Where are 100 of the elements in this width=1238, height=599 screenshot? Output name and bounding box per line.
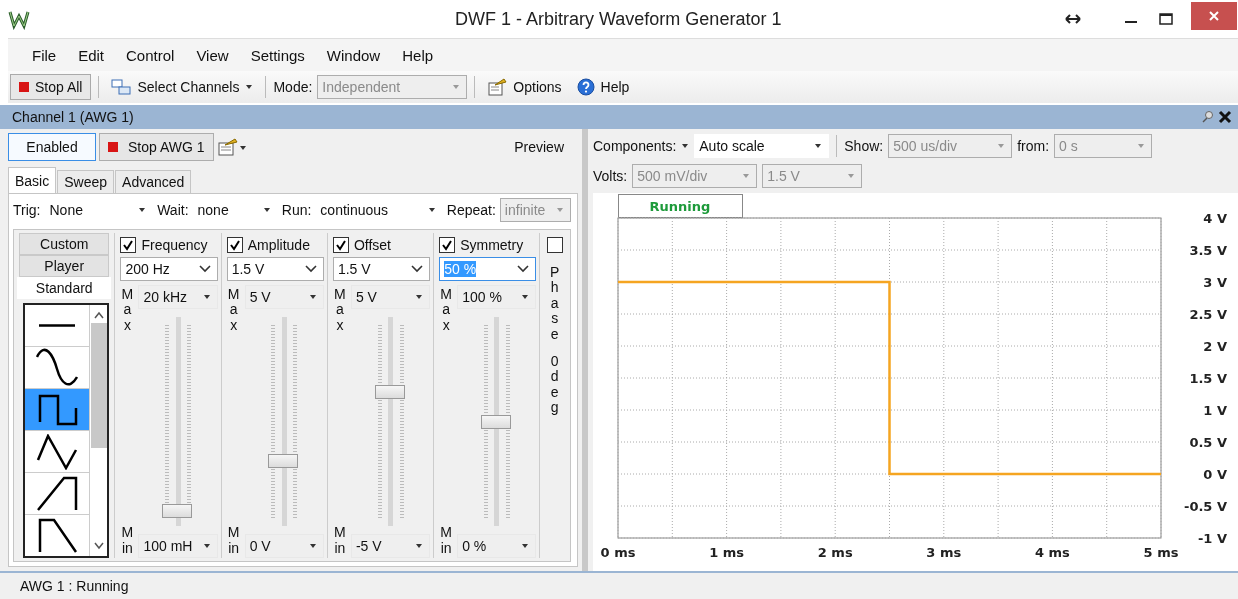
scale-dropdown[interactable]: Auto scale bbox=[694, 134, 830, 158]
scroll-down-icon[interactable] bbox=[93, 542, 104, 550]
caret-icon bbox=[308, 294, 317, 300]
y-tick-label: 1.5 V bbox=[1189, 371, 1227, 386]
maximize-icon[interactable] bbox=[1159, 13, 1173, 25]
field-label: Repeat: bbox=[446, 202, 496, 218]
parameter-label: Amplitude bbox=[247, 237, 310, 253]
min-label: Min bbox=[120, 525, 135, 556]
waveform-item[interactable] bbox=[25, 389, 89, 431]
menu-item[interactable]: Help bbox=[394, 46, 442, 64]
menu-item[interactable]: Window bbox=[318, 46, 389, 64]
max-dropdown[interactable]: 5 V bbox=[350, 285, 431, 309]
parameter-label: Offset bbox=[353, 237, 391, 253]
slider-thumb[interactable] bbox=[480, 414, 511, 429]
menu-item[interactable]: Settings bbox=[242, 46, 313, 64]
menu-item[interactable]: Edit bbox=[70, 46, 113, 64]
caret-icon bbox=[202, 294, 211, 300]
channels-icon bbox=[111, 78, 132, 96]
status-text: AWG 1 : Running bbox=[20, 578, 129, 594]
caret-icon bbox=[427, 207, 436, 213]
y-tick-label: 1 V bbox=[1203, 403, 1227, 418]
parameter-label: Frequency bbox=[141, 237, 208, 253]
value-dropdown[interactable]: 1.5 V bbox=[226, 257, 324, 281]
value-dropdown[interactable]: 1.5 V bbox=[332, 257, 431, 281]
stop-icon bbox=[108, 142, 118, 152]
menu-item[interactable]: View bbox=[188, 46, 237, 64]
select-channels-button[interactable]: Select Channels bbox=[106, 74, 259, 100]
panel-title: Channel 1 (AWG 1) bbox=[12, 109, 134, 125]
status-label: Running bbox=[618, 194, 743, 218]
slider-thumb[interactable] bbox=[162, 504, 193, 519]
resize-arrows-icon[interactable] bbox=[1065, 14, 1081, 24]
parameter-label: Symmetry bbox=[460, 237, 524, 253]
field-label: Run: bbox=[281, 202, 312, 218]
scroll-thumb[interactable] bbox=[90, 323, 107, 448]
tab[interactable]: Advanced bbox=[115, 170, 192, 193]
max-label: Max bbox=[333, 287, 347, 334]
options-icon[interactable] bbox=[216, 137, 247, 157]
max-label: Max bbox=[226, 287, 241, 334]
help-button[interactable]: Help bbox=[571, 74, 635, 100]
y-tick-label: 2 V bbox=[1203, 339, 1227, 354]
close-icon[interactable] bbox=[1218, 110, 1232, 124]
min-label: Min bbox=[226, 525, 241, 556]
y-tick-label: 2.5 V bbox=[1189, 307, 1227, 322]
caret-icon bbox=[997, 143, 1006, 149]
show-label: Show: bbox=[844, 138, 884, 154]
checkbox[interactable] bbox=[120, 237, 137, 253]
max-dropdown[interactable]: 20 kHz bbox=[138, 285, 218, 309]
menu-item[interactable]: Control bbox=[118, 46, 183, 64]
signal-tab[interactable]: Standard bbox=[17, 277, 112, 299]
caret-icon bbox=[521, 543, 530, 549]
field-label: Trig: bbox=[13, 202, 41, 218]
min-dropdown[interactable]: 0 V bbox=[244, 534, 324, 558]
caret-icon bbox=[262, 207, 271, 213]
caret-icon bbox=[521, 294, 530, 300]
caret-icon bbox=[452, 84, 461, 90]
min-dropdown[interactable]: -5 V bbox=[350, 534, 431, 558]
y-tick-label: 0.5 V bbox=[1189, 435, 1227, 450]
stop-all-button[interactable]: Stop All bbox=[10, 74, 92, 100]
max-dropdown[interactable]: 5 V bbox=[244, 285, 324, 309]
enabled-button[interactable]: Enabled bbox=[8, 133, 96, 161]
caret-icon[interactable] bbox=[681, 143, 690, 149]
value-dropdown[interactable]: 200 Hz bbox=[120, 257, 218, 281]
tab[interactable]: Basic bbox=[8, 167, 57, 193]
flat-wave-icon bbox=[38, 324, 76, 327]
phase-label: Phase bbox=[549, 265, 561, 342]
waveform-item[interactable] bbox=[25, 431, 89, 473]
y-tick-label: 3 V bbox=[1203, 275, 1227, 290]
scroll-up-icon[interactable] bbox=[93, 311, 104, 319]
max-label: Max bbox=[439, 287, 453, 334]
checkbox[interactable] bbox=[439, 237, 456, 253]
min-dropdown[interactable]: 0 % bbox=[457, 534, 537, 558]
checkbox[interactable] bbox=[546, 237, 563, 253]
signal-tab[interactable]: Player bbox=[19, 255, 110, 277]
checkbox[interactable] bbox=[226, 237, 243, 253]
min-dropdown[interactable]: 100 mH bbox=[138, 534, 218, 558]
options-button[interactable]: Options bbox=[482, 74, 567, 100]
chevron-icon bbox=[411, 265, 424, 273]
slider-thumb[interactable] bbox=[374, 385, 405, 400]
x-tick-label: 1 ms bbox=[709, 545, 745, 560]
caret-icon bbox=[1137, 143, 1146, 149]
close-icon bbox=[1209, 11, 1219, 21]
max-label: Max bbox=[120, 287, 135, 334]
phase-value: 0 deg bbox=[549, 353, 560, 416]
triangle-wave-icon bbox=[36, 433, 78, 470]
pin-icon[interactable] bbox=[1200, 110, 1214, 124]
close-button[interactable] bbox=[1191, 2, 1237, 30]
slider-thumb[interactable] bbox=[268, 453, 299, 468]
max-dropdown[interactable]: 100 % bbox=[457, 285, 537, 309]
signal-tab[interactable]: Custom bbox=[19, 233, 110, 255]
chevron-icon bbox=[517, 265, 530, 273]
checkbox[interactable] bbox=[332, 237, 349, 253]
min-label: Min bbox=[439, 525, 453, 556]
x-tick-label: 0 ms bbox=[600, 545, 636, 560]
menu-item[interactable]: File bbox=[14, 46, 65, 64]
help-icon bbox=[576, 78, 595, 96]
caret-icon bbox=[814, 143, 823, 149]
y-tick-label: 3.5 V bbox=[1189, 243, 1227, 258]
tab[interactable]: Sweep bbox=[57, 170, 115, 193]
stop-awg-button[interactable]: Stop AWG 1 bbox=[99, 133, 214, 161]
components-label: Components: bbox=[593, 138, 677, 154]
